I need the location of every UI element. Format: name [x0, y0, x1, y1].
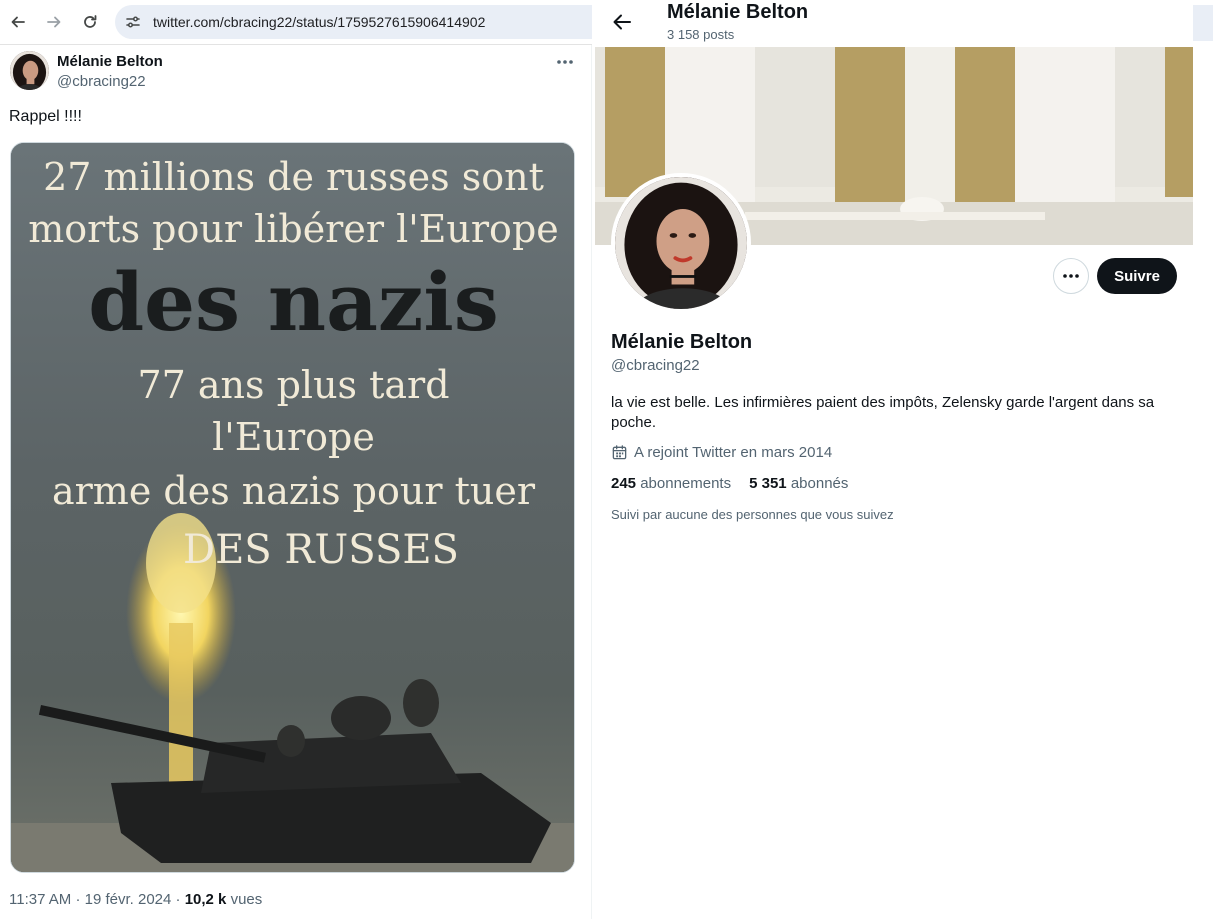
more-horizontal-icon	[1063, 274, 1079, 278]
tweet-author-avatar[interactable]	[10, 51, 49, 90]
arrow-left-icon	[11, 16, 25, 28]
arrow-right-icon	[47, 16, 61, 28]
followed-by-text: Suivi par aucune des personnes que vous …	[611, 507, 894, 522]
browser-reload-button[interactable]	[79, 11, 101, 33]
scrollbar[interactable]	[1193, 5, 1213, 41]
profile-bio: la vie est belle. Les infirmières paient…	[611, 394, 1155, 431]
profile-posts-count: 3 158 posts	[667, 27, 735, 42]
calendar-icon	[612, 445, 627, 460]
tweet-image[interactable]: 27 millions de russes sont morts pour li…	[10, 142, 575, 873]
browser-toolbar: twitter.com/cbracing22/status/1759527615…	[0, 0, 592, 45]
tweet-pane: twitter.com/cbracing22/status/1759527615…	[0, 0, 592, 919]
tweet-text: Rappel !!!!	[9, 108, 82, 125]
url-text: twitter.com/cbracing22/status/1759527615…	[153, 14, 486, 30]
tweet-views-label: vues	[230, 891, 263, 908]
profile-handle: @cbracing22	[611, 357, 700, 374]
profile-pane: Mélanie Belton 3 158 posts Suivre Mélani…	[594, 0, 1213, 545]
following-count: 245	[611, 475, 637, 492]
following-label: abonnements	[640, 475, 732, 492]
tweet-time[interactable]: 11:37 AM	[9, 891, 71, 908]
screenshot-root: twitter.com/cbracing22/status/1759527615…	[0, 0, 1213, 919]
profile-stats: 245 abonnements 5 351 abonnés	[611, 475, 848, 492]
profile-top-bar: Mélanie Belton 3 158 posts	[594, 0, 1213, 46]
reload-icon	[84, 15, 97, 28]
profile-avatar[interactable]	[611, 173, 751, 313]
meta-separator: ·	[75, 891, 85, 908]
tune-icon[interactable]	[125, 14, 141, 30]
tweet-date[interactable]: 19 févr. 2024	[85, 891, 172, 908]
image-text-line: 27 millions de russes sont	[43, 155, 544, 199]
following-link[interactable]: 245 abonnements	[611, 475, 731, 492]
image-text-line: des nazis	[88, 255, 499, 349]
more-horizontal-icon	[557, 60, 573, 64]
tweet-author-name[interactable]: Mélanie Belton	[57, 53, 163, 70]
tweet-author-handle[interactable]: @cbracing22	[57, 73, 146, 90]
tweet-header: Mélanie Belton @cbracing22	[0, 46, 592, 106]
browser-forward-button[interactable]	[43, 11, 65, 33]
image-text-line: DES RUSSES	[183, 527, 459, 573]
image-text-line: 77 ans plus tard	[137, 363, 450, 407]
profile-name: Mélanie Belton	[611, 331, 753, 353]
meta-separator: ·	[175, 891, 185, 908]
profile-joined-text: A rejoint Twitter en mars 2014	[634, 444, 833, 461]
followers-link[interactable]: 5 351 abonnés	[749, 475, 848, 492]
tweet-views-count: 10,2 k	[184, 891, 227, 908]
browser-back-button[interactable]	[7, 11, 29, 33]
profile-header-name: Mélanie Belton	[667, 1, 809, 23]
followers-count: 5 351	[749, 475, 787, 492]
follow-button[interactable]: Suivre	[1097, 258, 1177, 294]
image-text-line: arme des nazis pour tuer	[51, 469, 535, 513]
image-text-line: l'Europe	[212, 415, 375, 459]
followers-label: abonnés	[790, 475, 849, 492]
url-bar[interactable]: twitter.com/cbracing22/status/1759527615…	[115, 5, 592, 39]
tweet-metadata: 11:37 AM · 19 févr. 2024 · 10,2 k vues	[9, 891, 262, 908]
profile-joined: A rejoint Twitter en mars 2014	[611, 444, 832, 461]
profile-more-button[interactable]	[1053, 258, 1089, 294]
arrow-left-icon[interactable]	[611, 11, 633, 33]
image-text-line: morts pour libérer l'Europe	[28, 207, 559, 251]
tweet-more-button[interactable]	[555, 52, 575, 72]
